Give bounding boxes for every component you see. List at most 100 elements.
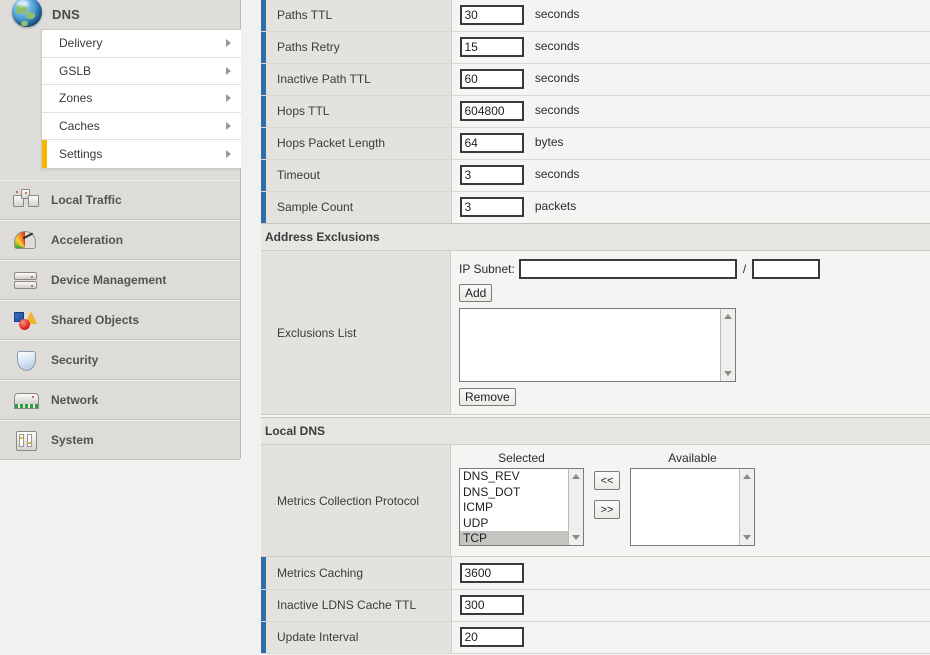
chevron-right-icon bbox=[226, 39, 231, 48]
inactive-ldns-cache-ttl-input[interactable] bbox=[459, 595, 524, 615]
list-item[interactable]: DNS_REV bbox=[460, 469, 583, 485]
field-label: Hops Packet Length bbox=[261, 127, 452, 160]
add-exclusion-button[interactable]: Add bbox=[459, 284, 493, 302]
remove-exclusion-button[interactable]: Remove bbox=[459, 388, 516, 406]
field-label: Inactive Path TTL bbox=[261, 63, 452, 96]
field-label: Hops TTL bbox=[261, 95, 452, 128]
probe-settings-table: Paths TTL seconds Paths Retry seconds bbox=[261, 0, 930, 224]
ip-subnet-row: IP Subnet: / bbox=[459, 259, 930, 279]
local-dns-panel: Local DNS Metrics Collection Protocol Se… bbox=[261, 417, 930, 654]
exclusions-list-row: Exclusions List IP Subnet: / Add Remove bbox=[261, 251, 930, 415]
sidebar-item-device-management[interactable]: Device Management bbox=[0, 260, 240, 300]
list-item[interactable]: ICMP bbox=[460, 500, 583, 516]
move-right-button[interactable]: >> bbox=[594, 500, 620, 519]
globe-icon bbox=[12, 0, 42, 27]
submenu-item-delivery[interactable]: Delivery bbox=[42, 30, 241, 58]
field-label: Paths TTL bbox=[261, 0, 452, 32]
field-unit: seconds bbox=[534, 167, 580, 182]
sidebar-item-security[interactable]: Security bbox=[0, 340, 240, 380]
list-item[interactable]: UDP bbox=[460, 516, 583, 532]
submenu-marker bbox=[42, 30, 47, 57]
field-unit: seconds bbox=[534, 103, 580, 118]
module-nav-list: Local Traffic Acceleration Device Manage… bbox=[0, 180, 240, 460]
system-panel-icon bbox=[13, 429, 39, 451]
sample-count-input[interactable] bbox=[459, 197, 524, 217]
exclusions-listbox-scrollbar[interactable] bbox=[720, 309, 735, 381]
submenu-label: Zones bbox=[59, 91, 93, 106]
sidebar-item-label: Device Management bbox=[51, 273, 167, 287]
table-row: Inactive LDNS Cache TTL bbox=[261, 589, 930, 622]
table-row: Hops Packet Length bytes bbox=[261, 127, 930, 160]
submenu-item-gslb[interactable]: GSLB bbox=[42, 57, 241, 85]
content-left-gutter bbox=[241, 0, 261, 655]
inactive-path-ttl-input[interactable] bbox=[459, 69, 524, 89]
timeout-input[interactable] bbox=[459, 165, 524, 185]
scroll-up-arrow-icon[interactable] bbox=[743, 474, 751, 479]
submenu-item-zones[interactable]: Zones bbox=[42, 85, 241, 113]
chevron-right-icon bbox=[226, 149, 231, 158]
scroll-down-arrow-icon[interactable] bbox=[572, 535, 580, 540]
sidebar-item-system[interactable]: System bbox=[0, 420, 240, 460]
table-row: Paths Retry seconds bbox=[261, 31, 930, 64]
sidebar-item-label: Local Traffic bbox=[51, 193, 122, 207]
scroll-up-arrow-icon[interactable] bbox=[572, 474, 580, 479]
field-label: Paths Retry bbox=[261, 31, 452, 64]
field-value-cell: packets bbox=[451, 191, 930, 224]
sidebar-item-label: System bbox=[51, 433, 94, 447]
table-row: Hops TTL seconds bbox=[261, 95, 930, 128]
subnet-mask-input[interactable] bbox=[752, 259, 821, 279]
field-label: Sample Count bbox=[261, 191, 452, 224]
table-row: Timeout seconds bbox=[261, 159, 930, 192]
hops-packet-length-input[interactable] bbox=[459, 133, 524, 153]
field-value-cell bbox=[451, 557, 930, 590]
submenu-item-settings[interactable]: Settings bbox=[42, 140, 241, 168]
sidebar-item-local-traffic[interactable]: Local Traffic bbox=[0, 180, 240, 220]
sidebar-item-label: Network bbox=[51, 393, 99, 407]
probe-settings-panel: Paths TTL seconds Paths Retry seconds bbox=[261, 0, 930, 224]
sidebar-item-network[interactable]: Network bbox=[0, 380, 240, 420]
paths-ttl-input[interactable] bbox=[459, 4, 524, 25]
available-listbox-scrollbar[interactable] bbox=[739, 469, 754, 545]
move-left-button[interactable]: << bbox=[594, 471, 620, 490]
add-button-wrap: Add bbox=[459, 284, 930, 302]
submenu-marker bbox=[42, 113, 47, 140]
update-interval-input[interactable] bbox=[459, 627, 524, 647]
ip-subnet-input[interactable] bbox=[518, 259, 737, 279]
sidebar-item-acceleration[interactable]: Acceleration bbox=[0, 220, 240, 260]
acceleration-gauge-icon bbox=[13, 229, 39, 251]
paths-retry-input[interactable] bbox=[459, 37, 524, 57]
scroll-down-arrow-icon[interactable] bbox=[743, 535, 751, 540]
selected-listbox[interactable]: DNS_REV DNS_DOT ICMP UDP TCP bbox=[459, 468, 584, 546]
field-unit: seconds bbox=[534, 39, 580, 54]
scroll-down-arrow-icon[interactable] bbox=[724, 371, 732, 376]
exclusions-listbox[interactable] bbox=[459, 308, 736, 382]
metrics-collection-protocol-row: Metrics Collection Protocol Selected DNS… bbox=[261, 445, 930, 557]
exclusions-list-body: IP Subnet: / Add Remove bbox=[451, 251, 930, 414]
sidebar-item-shared-objects[interactable]: Shared Objects bbox=[0, 300, 240, 340]
field-value-cell: seconds bbox=[451, 31, 930, 64]
submenu-marker bbox=[42, 58, 47, 85]
list-item-selected[interactable]: TCP bbox=[460, 531, 583, 545]
network-switch-icon bbox=[13, 389, 39, 411]
field-value-cell: bytes bbox=[451, 127, 930, 160]
table-row: Paths TTL seconds bbox=[261, 0, 930, 32]
ip-subnet-label: IP Subnet: bbox=[459, 262, 515, 276]
submenu-label: Settings bbox=[59, 146, 103, 161]
field-unit: seconds bbox=[534, 71, 580, 86]
available-listbox[interactable] bbox=[630, 468, 755, 546]
metrics-caching-input[interactable] bbox=[459, 562, 524, 583]
scroll-up-arrow-icon[interactable] bbox=[724, 314, 732, 319]
local-dns-fields-table: Metrics Caching Inactive LDNS Cache TTL … bbox=[261, 557, 930, 654]
chevron-right-icon bbox=[226, 121, 231, 130]
submenu-item-caches[interactable]: Caches bbox=[42, 112, 241, 140]
sidebar-item-label: Shared Objects bbox=[51, 313, 140, 327]
active-submenu-marker bbox=[42, 140, 47, 168]
field-unit: bytes bbox=[534, 135, 564, 150]
local-traffic-icon bbox=[13, 189, 39, 211]
hops-ttl-input[interactable] bbox=[459, 101, 524, 121]
list-item[interactable]: DNS_DOT bbox=[460, 485, 583, 501]
exclusions-list-label: Exclusions List bbox=[261, 251, 451, 414]
module-title: DNS bbox=[52, 6, 81, 22]
field-label: Update Interval bbox=[261, 621, 452, 654]
selected-listbox-scrollbar[interactable] bbox=[568, 469, 583, 545]
